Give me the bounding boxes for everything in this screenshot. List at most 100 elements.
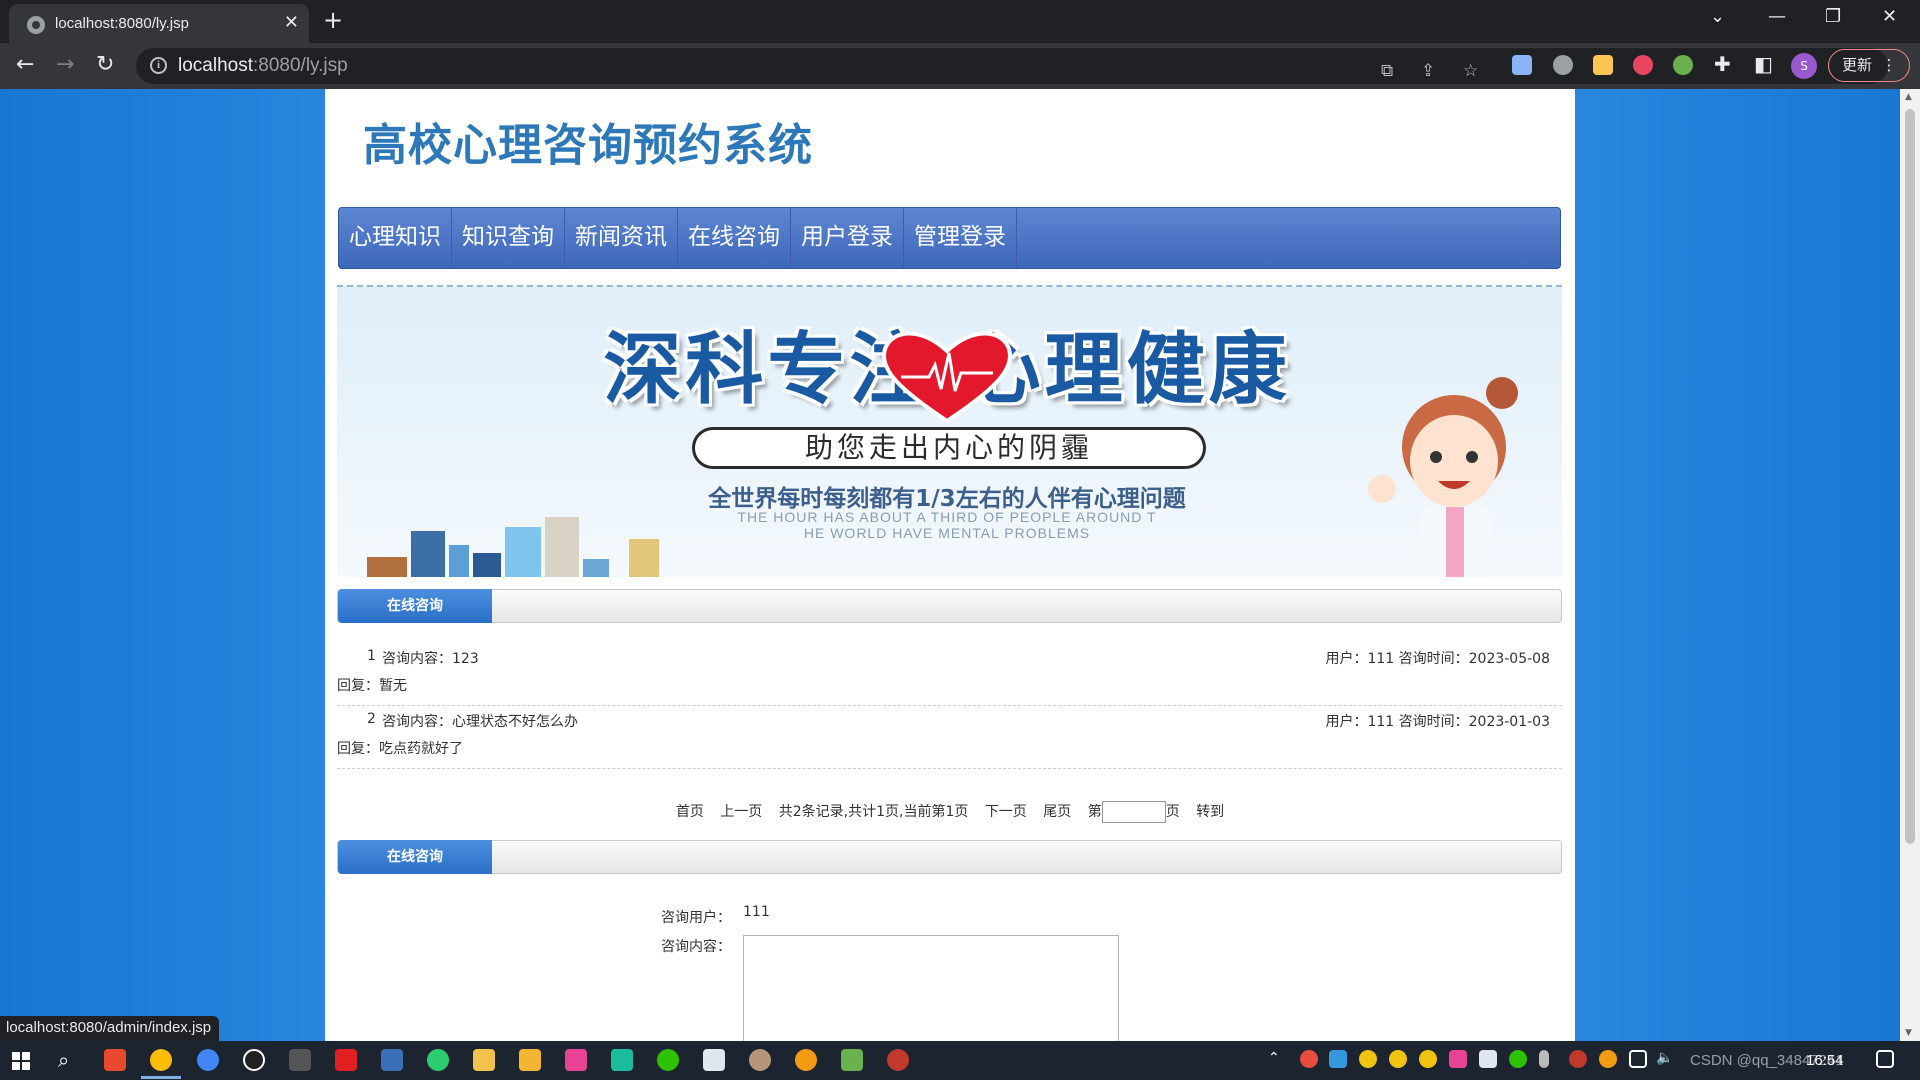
tab-search-icon[interactable]: ⌄ [1710,6,1725,27]
menu-item-online-consult[interactable]: 在线咨询 [678,208,791,268]
extension-leaf-icon[interactable] [1673,55,1693,75]
pager-page-prefix: 第 [1087,804,1102,820]
pager-next-link[interactable]: 下一页 [985,804,1027,820]
scroll-up-icon[interactable]: ▲ [1905,92,1912,102]
banner-statistic: 全世界每时每刻都有1/3左右的人伴有心理问题 [708,486,1186,512]
volume-icon[interactable]: 🔈 [1656,1050,1674,1068]
menu-item-admin-login[interactable]: 管理登录 [904,208,1017,268]
taskbar-clock[interactable]: 16:54 [1806,1052,1844,1069]
menu-item-news[interactable]: 新闻资讯 [565,208,678,268]
tray-qq-icon[interactable] [1419,1050,1437,1068]
tray-app-icon[interactable] [1329,1050,1347,1068]
photo-app-icon[interactable] [749,1049,771,1071]
share-icon[interactable]: ⇪ [1421,61,1435,81]
windows-start-icon[interactable] [12,1052,30,1070]
pager-go-link[interactable]: 转到 [1196,804,1224,820]
chrome-app-icon[interactable] [150,1049,172,1071]
consult-list-title: 在线咨询 [338,589,492,623]
message-number: 1 [367,648,376,664]
tray-expand-icon[interactable]: ⌃ [1268,1050,1286,1068]
screenshot-app-icon[interactable] [289,1049,311,1071]
consult-list-header: 在线咨询 [337,589,1562,623]
tray-app-icon[interactable] [1449,1050,1467,1068]
extension-translate-icon[interactable] [1512,55,1532,75]
tray-search-icon[interactable] [1599,1050,1617,1068]
notes-app-icon[interactable] [611,1049,633,1071]
globe-icon [27,16,45,34]
banner-image: 深科专注 心理健康 助您走出内心的阴霾 全世界每时每刻都有1/3左右的人伴有心理… [337,285,1562,577]
close-window-button[interactable]: ✕ [1882,6,1897,27]
menu-item-user-login[interactable]: 用户登录 [791,208,904,268]
pager-last-link[interactable]: 尾页 [1043,804,1071,820]
consult-user-label: 咨询用户： [661,910,731,926]
close-tab-icon[interactable]: ✕ [284,12,299,33]
url-text[interactable]: localhost:8080/ly.jsp [178,55,348,77]
tray-weibo-icon[interactable] [1300,1050,1318,1068]
browser-tab-bar: localhost:8080/ly.jsp ✕ + ⌄ — ❐ ✕ [0,0,1920,43]
bookmark-star-icon[interactable]: ☆ [1463,61,1478,81]
side-panel-icon[interactable]: ◧ [1754,52,1773,76]
city-skyline-icon [367,517,659,577]
sync-app-icon[interactable] [427,1049,449,1071]
banner-slogan: 助您走出内心的阴霾 [692,427,1206,469]
explorer-app-icon[interactable] [519,1049,541,1071]
image-app-icon[interactable] [841,1049,863,1071]
consult-form-title: 在线咨询 [338,840,492,874]
tray-wechat-icon[interactable] [1509,1050,1527,1068]
page-scrollbar[interactable]: ▲ ▼ [1900,89,1920,1041]
pager-summary: 共2条记录,共计1页,当前第1页 [778,804,969,820]
extension-image-icon[interactable] [1593,55,1613,75]
folder-app-icon[interactable] [473,1049,495,1071]
extension-camera-icon[interactable] [1553,55,1573,75]
consult-content-textarea[interactable] [743,935,1119,1041]
search-icon[interactable]: ⌕ [58,1048,69,1072]
browser-tab[interactable]: localhost:8080/ly.jsp ✕ [9,4,309,43]
pagination: 首页 上一页 共2条记录,共计1页,当前第1页 下一页 尾页 第 页 转到 [325,801,1575,823]
open-external-icon[interactable]: ⧉ [1381,61,1393,81]
restore-button[interactable]: ❐ [1825,6,1841,27]
menu-item-knowledge-search[interactable]: 知识查询 [452,208,565,268]
settings-app-icon[interactable] [703,1049,725,1071]
update-button[interactable]: 更新 ⋮ [1828,49,1910,82]
search-app-icon[interactable] [795,1049,817,1071]
tray-qq-icon[interactable] [1359,1050,1377,1068]
nurse-illustration-icon [1368,377,1518,577]
heart-icon [882,331,1012,424]
new-tab-button[interactable]: + [323,6,343,34]
office-app-icon[interactable] [335,1049,357,1071]
consult-content-label: 咨询内容： [661,939,731,955]
scroll-down-icon[interactable]: ▼ [1905,1028,1912,1038]
tray-record-icon[interactable] [1569,1050,1587,1068]
pager-first-link[interactable]: 首页 [676,804,704,820]
pager-prev-link[interactable]: 上一页 [720,804,762,820]
browser-app-icon[interactable] [197,1049,219,1071]
page-viewport: 高校心理咨询预约系统 心理知识 知识查询 新闻资讯 在线咨询 用户登录 管理登录… [0,89,1920,1041]
message-content: 咨询内容：123 [382,651,479,667]
notification-icon[interactable] [1876,1050,1894,1068]
back-button[interactable]: ← [16,52,34,77]
scroll-thumb[interactable] [1905,109,1915,844]
tray-app-icon[interactable] [1479,1050,1497,1068]
microphone-icon[interactable] [1539,1050,1549,1068]
tool-app-icon[interactable] [381,1049,403,1071]
recorder-app-icon[interactable] [243,1049,265,1071]
menu-item-psych-knowledge[interactable]: 心理知识 [339,208,452,268]
message-content: 咨询内容：心理状态不好怎么办 [382,714,578,730]
extension-shield-icon[interactable] [1633,55,1653,75]
forward-button[interactable]: → [56,52,74,77]
tray-qq-icon[interactable] [1389,1050,1407,1068]
page-number-input[interactable] [1101,801,1166,823]
network-icon[interactable] [1629,1050,1647,1068]
record-app-icon[interactable] [887,1049,909,1071]
profile-avatar[interactable]: S [1791,53,1817,79]
address-bar[interactable]: i localhost:8080/ly.jsp ⧉ ⇪ ☆ [136,48,1888,84]
intellij-app-icon[interactable] [104,1049,126,1071]
minimize-button[interactable]: — [1768,6,1786,27]
wechat-app-icon[interactable] [657,1049,679,1071]
active-app-indicator [141,1076,181,1079]
extensions-puzzle-icon[interactable]: ✚ [1714,52,1731,76]
reload-button[interactable]: ↻ [96,52,114,77]
consult-form-header: 在线咨询 [337,840,1562,874]
editor-app-icon[interactable] [565,1049,587,1071]
site-info-icon[interactable]: i [150,57,167,74]
